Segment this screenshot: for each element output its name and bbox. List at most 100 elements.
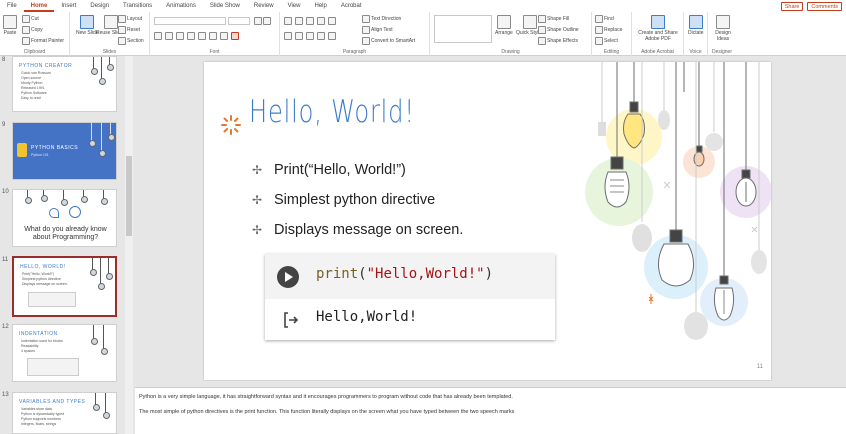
decrease-indent-icon[interactable]	[306, 17, 314, 25]
bullets-icon[interactable]	[284, 17, 292, 25]
columns-icon[interactable]	[328, 32, 336, 40]
paste-button[interactable]: Paste	[3, 15, 17, 36]
thumbnail-line: Indentation used for blocks	[21, 339, 63, 343]
italic-icon[interactable]	[165, 32, 173, 40]
share-button[interactable]: Share	[780, 1, 804, 11]
grow-font-button[interactable]	[254, 17, 271, 25]
slides-label: Slides	[102, 49, 117, 55]
comments-button[interactable]: Comments	[807, 1, 842, 11]
hanging-bulbs-illustration	[585, 62, 771, 340]
speaker-notes-pane[interactable]: Python is a very simple language, it has…	[135, 387, 846, 434]
tab-transitions[interactable]: Transitions	[116, 0, 159, 12]
format-painter-button[interactable]: Format Painter	[22, 37, 64, 45]
numbering-icon[interactable]	[295, 17, 303, 25]
align-text-button[interactable]: Align Text	[362, 26, 393, 34]
tab-slide-show[interactable]: Slide Show	[203, 0, 247, 12]
new-slide-icon	[80, 15, 95, 29]
replace-icon	[595, 26, 603, 34]
thumbnail-title: PYTHON CREATOR	[19, 63, 73, 69]
notes-paragraph: Python is a very simple language, it has…	[139, 394, 513, 400]
tab-acrobat[interactable]: Acrobat	[334, 0, 369, 12]
align-center-icon[interactable]	[295, 32, 303, 40]
bulb-decoration	[99, 123, 106, 157]
spacing-icon[interactable]	[209, 32, 217, 40]
convert-smartart-button[interactable]: Convert to SmartArt	[362, 37, 415, 45]
slide-thumbnail-12[interactable]: INDENTATION Indentation used for blocks …	[12, 324, 117, 382]
dictate-button[interactable]: Dictate	[688, 15, 704, 36]
thumbnail-scrollbar[interactable]	[125, 56, 133, 434]
cut-button[interactable]: Cut	[22, 15, 39, 23]
thumbnail-code-block	[27, 358, 79, 376]
shape-effects-button[interactable]: Shape Effects	[538, 37, 578, 45]
slide-thumbnail-8[interactable]: PYTHON CREATOR Guido van Rossum Open sou…	[12, 56, 117, 112]
slide-title[interactable]: Hello, World!	[249, 94, 415, 130]
replace-button[interactable]: Replace	[595, 26, 622, 34]
layout-button[interactable]: Layout	[118, 15, 142, 23]
align-left-icon[interactable]	[284, 32, 292, 40]
font-size-select[interactable]	[228, 17, 250, 25]
font-color-icon[interactable]	[231, 32, 239, 40]
bulb-decoration	[103, 393, 110, 419]
font-family-select[interactable]	[154, 17, 226, 25]
section-icon	[118, 37, 126, 45]
justify-icon[interactable]	[317, 32, 325, 40]
tab-home[interactable]: Home	[23, 0, 55, 12]
copy-icon	[22, 26, 30, 34]
tab-review[interactable]: Review	[247, 0, 281, 12]
align-right-icon[interactable]	[306, 32, 314, 40]
copy-button[interactable]: Copy	[22, 26, 43, 34]
thumbnail-title: VARIABLES AND TYPES	[19, 399, 86, 405]
tab-insert[interactable]: Insert	[54, 0, 83, 12]
code-paren: )	[484, 266, 494, 282]
design-ideas-button[interactable]: Design Ideas	[712, 15, 734, 42]
code-function: print	[316, 266, 359, 282]
bold-icon[interactable]	[154, 32, 162, 40]
text-direction-button[interactable]: Text Direction	[362, 15, 401, 23]
code-cell-image[interactable]: print("Hello,World!") Hello,World!	[265, 254, 555, 340]
thumbnail-line: Displays message on screen.	[22, 282, 68, 286]
tab-help[interactable]: Help	[307, 0, 333, 12]
bulb-decoration	[90, 258, 97, 276]
scrollbar-thumb[interactable]	[126, 156, 132, 236]
shape-fill-button[interactable]: Shape Fill	[538, 15, 569, 23]
slide-thumbnail-11[interactable]: HELLO, WORLD! Print("Hello, World!") Sim…	[12, 256, 117, 317]
shape-outline-button[interactable]: Shape Outline	[538, 26, 579, 34]
slide-number: 8	[2, 57, 6, 63]
designer-label: Designer	[711, 49, 732, 55]
play-icon	[277, 266, 299, 288]
bulb-decoration	[106, 258, 113, 280]
smartart-icon	[362, 37, 370, 45]
tab-design[interactable]: Design	[83, 0, 116, 12]
slide-thumbnail-10[interactable]: What do you already know about Programmi…	[12, 189, 117, 247]
slide-thumbnail-9[interactable]: PYTHON BASICS Python 101	[12, 122, 117, 180]
find-button[interactable]: Find	[595, 15, 614, 23]
strikethrough-icon[interactable]	[187, 32, 195, 40]
section-button[interactable]: Section	[118, 37, 144, 45]
slide-thumbnail-13[interactable]: VARIABLES AND TYPES Variables store data…	[12, 392, 117, 434]
case-icon[interactable]	[220, 32, 228, 40]
slide-number: 12	[2, 324, 9, 330]
tab-animations[interactable]: Animations	[159, 0, 203, 12]
thumbnail-line: Easy to read	[21, 96, 41, 100]
shapes-gallery[interactable]	[434, 15, 492, 43]
create-share-pdf-button[interactable]: Create and Share Adobe PDF	[636, 15, 680, 42]
brush-icon	[22, 37, 30, 45]
underline-icon[interactable]	[176, 32, 184, 40]
tab-file[interactable]: File	[0, 0, 24, 12]
tab-view[interactable]: View	[281, 0, 308, 12]
arrange-icon	[496, 15, 511, 29]
select-button[interactable]: Select	[595, 37, 618, 45]
bullet-list[interactable]: ✢ Print(“Hello, World!”) ✢ Simplest python…	[252, 155, 463, 245]
shadow-icon[interactable]	[198, 32, 206, 40]
reset-button[interactable]: Reset	[118, 26, 140, 34]
increase-indent-icon[interactable]	[317, 17, 325, 25]
arrange-button[interactable]: Arrange	[495, 15, 513, 36]
current-slide[interactable]: Hello, World! ✢ Print(“Hello, World!”) ✢ S…	[204, 62, 771, 380]
canvas-scrollbar[interactable]	[135, 381, 846, 386]
font-label: Font	[209, 49, 220, 55]
slide-number: 11	[2, 257, 9, 263]
bulb-decoration	[61, 190, 68, 206]
line-spacing-icon[interactable]	[328, 17, 336, 25]
code-string: "Hello,World!"	[366, 266, 485, 282]
shrink-font-icon	[263, 17, 271, 25]
